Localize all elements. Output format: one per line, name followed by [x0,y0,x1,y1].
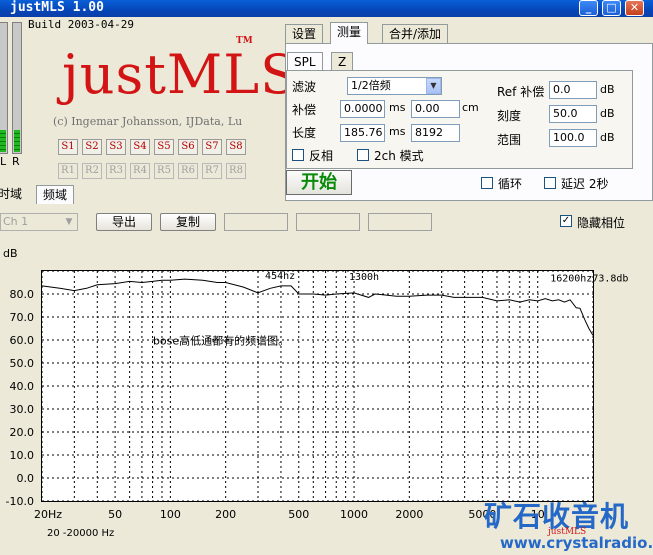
s-button[interactable]: S7 [202,139,222,155]
s-button[interactable]: S8 [226,139,246,155]
y-tick-label: 40.0 [10,380,35,393]
x-tick-label: 50 [108,508,122,521]
r-button[interactable]: R3 [106,163,126,179]
r-button[interactable]: R2 [82,163,102,179]
x-tick-label: 20Hz [34,508,62,521]
y-tick-label: -10.0 [6,495,34,508]
y-tick-label: 30.0 [10,403,35,416]
y-tick-label: 20.0 [10,426,35,439]
x-tick-label: 500 [288,508,309,521]
x-tick-label: 1000 [340,508,368,521]
r-button[interactable]: R6 [178,163,198,179]
y-tick-label: 70.0 [10,311,35,324]
y-tick-label: 50.0 [10,357,35,370]
response-curve [41,278,594,336]
s-button[interactable]: S4 [130,139,150,155]
r-button[interactable]: R1 [58,163,78,179]
chart-note: bose高低通都有的频谱图。 [153,334,289,348]
peak-annotation: 454hz [265,271,295,282]
s-button[interactable]: S2 [82,139,102,155]
app-window: justMLS 1.00 _ □ ✕ Build 2003-04-29 L R … [0,0,653,555]
r-button[interactable]: R4 [130,163,150,179]
s-button[interactable]: S1 [58,139,78,155]
y-tick-label: 10.0 [10,449,35,462]
r-button[interactable]: R5 [154,163,174,179]
frequency-response-chart: 80.0 70.0 60.0 50.0 40.0 30.0 20.0 10.0 0.0 -10.0… [6,270,628,521]
peak-annotation: 16200hz73.8db [550,273,628,284]
y-tick-label: 80.0 [10,288,35,301]
s-button[interactable]: S5 [154,139,174,155]
watermark-url: www.crystalradio.cn [500,534,653,552]
s-button[interactable]: S3 [106,139,126,155]
frequency-range-label: 20 -20000 Hz [47,528,115,539]
y-tick-label: 0.0 [17,472,35,485]
s-button[interactable]: S6 [178,139,198,155]
r-button[interactable]: R7 [202,163,222,179]
x-tick-label: 2000 [395,508,423,521]
y-tick-label: 60.0 [10,334,35,347]
peak-annotation: 1300h [349,272,379,283]
r-button[interactable]: R8 [226,163,246,179]
x-tick-label: 200 [215,508,236,521]
x-tick-label: 100 [160,508,181,521]
